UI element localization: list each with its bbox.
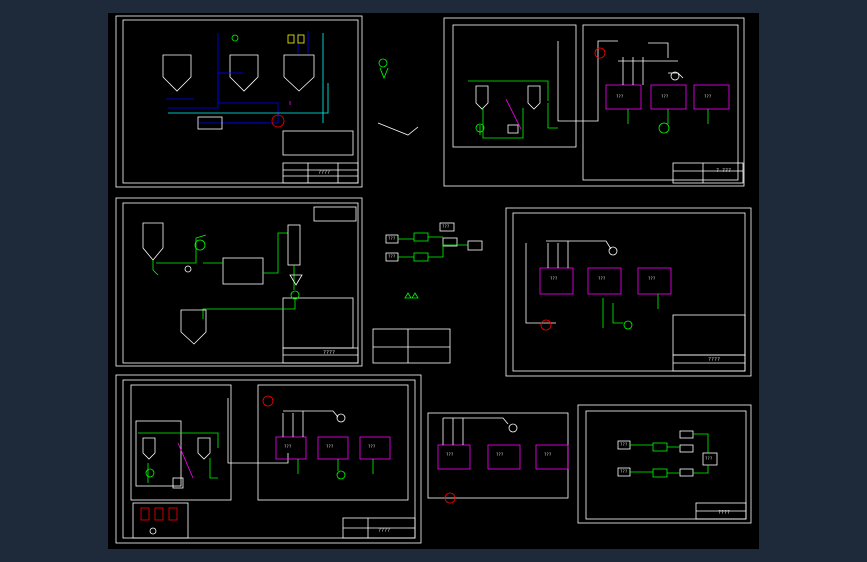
equipment-label: ??? (661, 94, 669, 99)
sheet-title-text: ???? (323, 350, 336, 356)
sheet-kiln-line-equipment (525, 240, 672, 331)
cad-drawing-canvas[interactable]: ???? ?-??? ???? ???? ???? ???? ??? ??? ?… (108, 13, 759, 549)
sheet-spray-dryer-upper (443, 17, 745, 187)
sheet-tank-farm (115, 15, 363, 188)
sheet-title-text: ???? (318, 170, 331, 176)
equipment-label: ??? (598, 276, 606, 281)
sheet-combined-line-equipment (138, 395, 391, 535)
equipment-label: ??? (648, 276, 656, 281)
sheet-block-diagram (577, 404, 752, 524)
flow-block-label: ??? (442, 224, 450, 229)
equipment-label: ??? (616, 94, 624, 99)
equipment-label: ??? (496, 452, 504, 457)
sheet-block-diagram-flow (617, 430, 718, 478)
sheet-ball-mill-equipment (142, 222, 303, 345)
sheet-title-text: ???? (708, 357, 721, 363)
equipment-label: ??? (284, 444, 292, 449)
equipment-label: ??? (368, 444, 376, 449)
lower-center-line (427, 412, 569, 504)
sheet-spray-dryer-upper-equipment (377, 40, 730, 139)
flow-block-label: ??? (705, 456, 713, 461)
flow-block-mini (372, 222, 483, 364)
sheet-title-text: ?-??? (716, 168, 732, 174)
sheet-kiln-line (505, 207, 752, 377)
equipment-label: ??? (544, 452, 552, 457)
sheet-title-text: ???? (378, 528, 391, 534)
flow-block-label: ??? (620, 469, 628, 474)
flow-block-label: ??? (388, 254, 396, 259)
equipment-label: ??? (446, 452, 454, 457)
flow-block-label: ??? (388, 236, 396, 241)
equipment-label: ??? (326, 444, 334, 449)
flow-block-label: ??? (620, 442, 628, 447)
sheet-title-text: ???? (718, 510, 731, 516)
equipment-label: ??? (704, 94, 712, 99)
sheet-tank-farm-equipment (162, 31, 329, 130)
equipment-label: ??? (550, 276, 558, 281)
